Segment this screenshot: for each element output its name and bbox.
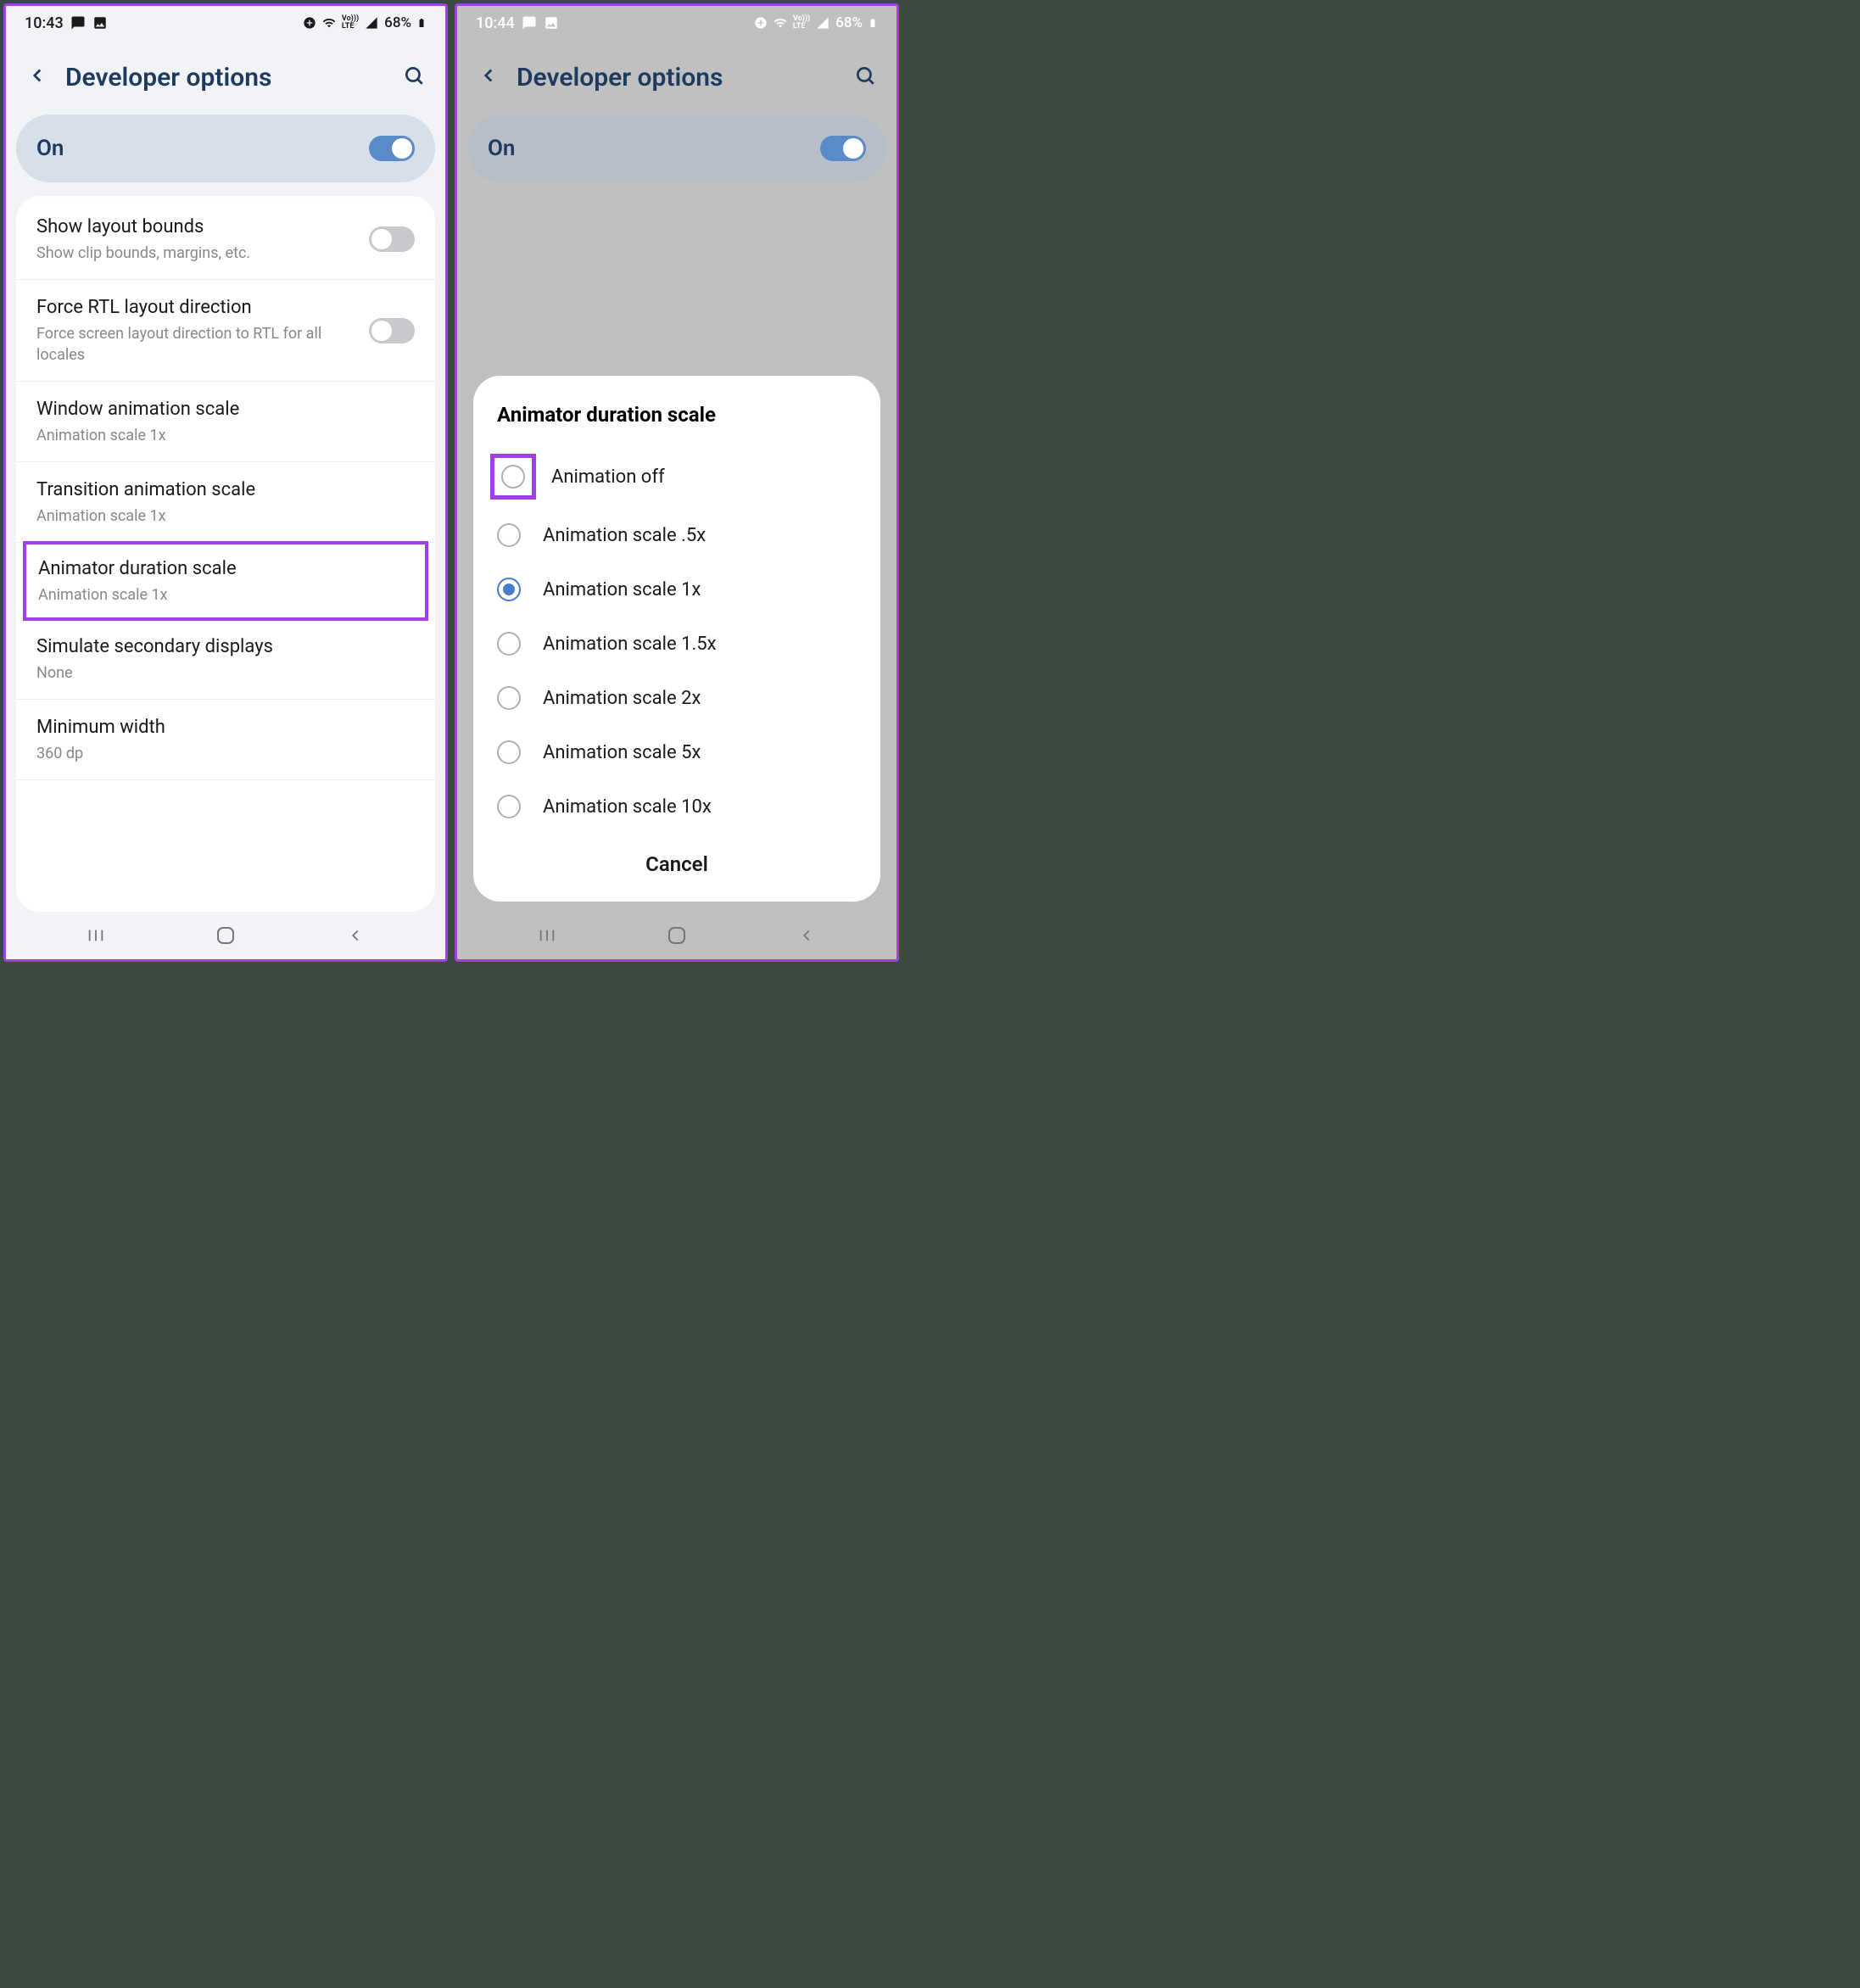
back-button[interactable] [343,923,368,948]
setting-title: Transition animation scale [36,477,415,504]
radio-label: Animation scale 5x [543,742,701,763]
setting-minimum-width[interactable]: Minimum width 360 dp [16,700,435,780]
phone-screenshot-right: 10:44 Vo)))LTE 68% [455,3,899,962]
setting-title: Show layout bounds [36,215,359,241]
setting-title: Animator duration scale [38,556,413,583]
setting-simulate-secondary-displays[interactable]: Simulate secondary displays None [16,619,435,700]
setting-sub: Show clip bounds, margins, etc. [36,243,359,264]
setting-sub: Animation scale 1x [36,505,415,527]
battery-icon [416,15,427,31]
search-icon[interactable] [403,64,425,90]
datasaver-icon [303,16,316,30]
master-toggle-label: On [36,136,64,161]
status-time: 10:43 [25,14,64,32]
radio-label: Animation scale 1.5x [543,634,717,655]
recents-button[interactable] [83,923,109,948]
radio-option-scale-05x[interactable]: Animation scale .5x [473,508,880,562]
radio-option-animation-off[interactable]: Animation off [473,445,880,508]
settings-list: Show layout bounds Show clip bounds, mar… [16,196,435,912]
chat-icon [70,15,86,31]
radio-option-scale-10x[interactable]: Animation scale 10x [473,779,880,834]
image-icon [92,15,108,31]
dialog-title: Animator duration scale [473,403,880,445]
radio-label: Animation scale .5x [543,525,706,546]
back-icon[interactable] [26,64,48,90]
radio-icon[interactable] [497,632,521,656]
app-bar: Developer options [6,40,445,114]
setting-sub: Animation scale 1x [36,425,415,446]
navigation-bar [6,912,445,959]
cancel-button[interactable]: Cancel [473,834,880,881]
radio-icon[interactable] [497,740,521,764]
signal-icon [364,16,379,30]
radio-option-scale-2x[interactable]: Animation scale 2x [473,671,880,725]
home-button[interactable] [213,923,238,948]
setting-transition-animation-scale[interactable]: Transition animation scale Animation sca… [16,462,435,543]
setting-animator-duration-scale[interactable]: Animator duration scale Animation scale … [23,541,428,621]
setting-sub: 360 dp [36,743,415,764]
status-bar: 10:43 Vo)))LTE 68% [6,6,445,40]
animator-scale-dialog: Animator duration scale Animation off An… [473,376,880,902]
radio-icon[interactable] [497,523,521,547]
dialog-overlay[interactable]: Animator duration scale Animation off An… [457,6,896,959]
radio-option-scale-5x[interactable]: Animation scale 5x [473,725,880,779]
toggle-switch[interactable] [369,318,415,343]
master-toggle-switch[interactable] [369,136,415,161]
page-title: Developer options [65,63,386,92]
radio-option-scale-15x[interactable]: Animation scale 1.5x [473,617,880,671]
phone-screenshot-left: 10:43 Vo)))LTE 68% [3,3,448,962]
toggle-switch[interactable] [369,226,415,252]
setting-force-rtl[interactable]: Force RTL layout direction Force screen … [16,280,435,382]
setting-title: Minimum width [36,715,415,741]
setting-title: Window animation scale [36,397,415,423]
setting-sub: None [36,662,415,684]
setting-title: Force RTL layout direction [36,295,359,321]
radio-icon[interactable] [497,686,521,710]
radio-label: Animation scale 2x [543,688,701,709]
wifi-icon [321,16,337,30]
radio-label: Animation off [551,466,665,488]
setting-window-animation-scale[interactable]: Window animation scale Animation scale 1… [16,382,435,462]
radio-label: Animation scale 10x [543,796,712,818]
setting-sub: Animation scale 1x [38,584,413,606]
radio-icon[interactable] [501,465,525,489]
setting-title: Simulate secondary displays [36,634,415,661]
setting-sub: Force screen layout direction to RTL for… [36,323,359,366]
radio-icon[interactable] [497,795,521,818]
radio-icon[interactable] [497,578,521,601]
setting-show-layout-bounds[interactable]: Show layout bounds Show clip bounds, mar… [16,199,435,280]
radio-label: Animation scale 1x [543,579,701,600]
volte-icon: Vo)))LTE [342,15,359,31]
radio-option-scale-1x[interactable]: Animation scale 1x [473,562,880,617]
battery-percent: 68% [384,14,411,31]
master-toggle-bar[interactable]: On [16,114,435,182]
